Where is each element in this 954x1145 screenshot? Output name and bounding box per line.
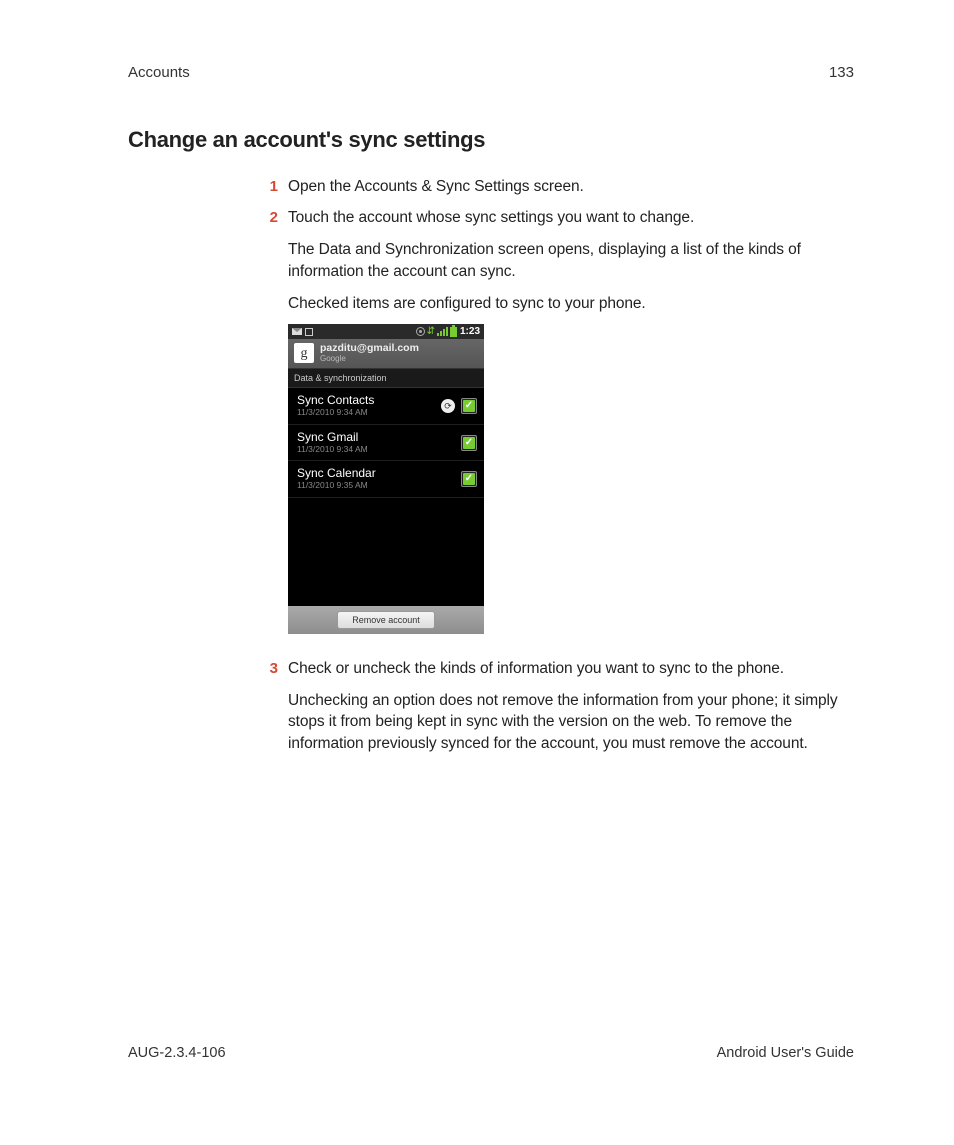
- phone-footer: Remove account: [288, 606, 484, 634]
- sync-controls: ✓: [461, 435, 477, 451]
- notification-icon: [305, 328, 313, 336]
- sync-status-icon: [416, 327, 425, 336]
- sync-section-header: Data & synchronization: [288, 368, 484, 389]
- sync-checkbox[interactable]: ✓: [461, 398, 477, 414]
- step-number: 2: [254, 207, 278, 647]
- mail-icon: [292, 328, 302, 335]
- google-badge-icon: g: [294, 343, 314, 363]
- battery-icon: [450, 327, 457, 337]
- account-info: pazditu@gmail.com Google: [320, 343, 419, 363]
- phone-empty-area: [288, 498, 484, 606]
- step-text: The Data and Synchronization screen open…: [288, 239, 854, 282]
- sync-row-calendar[interactable]: Sync Calendar 11/3/2010 9:35 AM ✓: [288, 461, 484, 498]
- page-footer: AUG-2.3.4-106 Android User's Guide: [128, 1043, 854, 1063]
- step-2: 2 Touch the account whose sync settings …: [254, 207, 854, 647]
- step-text: Unchecking an option does not remove the…: [288, 690, 854, 755]
- sync-timestamp: 11/3/2010 9:35 AM: [297, 481, 376, 491]
- sync-checkbox[interactable]: ✓: [461, 435, 477, 451]
- steps-list: 1 Open the Accounts & Sync Settings scre…: [254, 176, 854, 755]
- footer-doc-id: AUG-2.3.4-106: [128, 1043, 226, 1063]
- sync-title: Sync Gmail: [297, 431, 368, 445]
- sync-controls: ⟳ ✓: [441, 398, 477, 414]
- page-header: Accounts 133: [128, 62, 854, 83]
- step-text: Checked items are configured to sync to …: [288, 293, 854, 315]
- sync-title: Sync Contacts: [297, 394, 374, 408]
- step-body: Open the Accounts & Sync Settings screen…: [288, 176, 854, 198]
- sync-in-progress-icon: ⟳: [441, 399, 455, 413]
- check-icon: ✓: [463, 473, 475, 485]
- signal-icon: [437, 327, 448, 336]
- sync-title: Sync Calendar: [297, 467, 376, 481]
- sync-row-contacts[interactable]: Sync Contacts 11/3/2010 9:34 AM ⟳ ✓: [288, 388, 484, 425]
- step-number: 3: [254, 658, 278, 755]
- step-body: Check or uncheck the kinds of informatio…: [288, 658, 854, 755]
- sync-row-gmail[interactable]: Sync Gmail 11/3/2010 9:34 AM ✓: [288, 425, 484, 462]
- step-body: Touch the account whose sync settings yo…: [288, 207, 854, 647]
- sync-controls: ✓: [461, 471, 477, 487]
- check-icon: ✓: [463, 437, 475, 449]
- check-icon: ✓: [463, 400, 475, 412]
- phone-screenshot: ⇵ 1:23 g pazditu@gmail.com Google Data &…: [288, 324, 484, 634]
- status-time: 1:23: [460, 325, 480, 339]
- footer-doc-title: Android User's Guide: [717, 1043, 854, 1063]
- sync-timestamp: 11/3/2010 9:34 AM: [297, 408, 374, 418]
- step-1: 1 Open the Accounts & Sync Settings scre…: [254, 176, 854, 198]
- page-title: Change an account's sync settings: [128, 125, 854, 156]
- header-section: Accounts: [128, 62, 190, 83]
- step-text: Check or uncheck the kinds of informatio…: [288, 658, 854, 680]
- sync-checkbox[interactable]: ✓: [461, 471, 477, 487]
- step-number: 1: [254, 176, 278, 198]
- sync-timestamp: 11/3/2010 9:34 AM: [297, 445, 368, 455]
- status-left: [292, 328, 313, 336]
- step-text: Open the Accounts & Sync Settings screen…: [288, 176, 854, 198]
- account-type: Google: [320, 355, 419, 364]
- status-right: ⇵ 1:23: [416, 325, 480, 339]
- step-text: Touch the account whose sync settings yo…: [288, 207, 854, 229]
- usb-icon: ⇵: [427, 327, 435, 337]
- step-3: 3 Check or uncheck the kinds of informat…: [254, 658, 854, 755]
- remove-account-button[interactable]: Remove account: [337, 611, 435, 629]
- sync-info: Sync Gmail 11/3/2010 9:34 AM: [297, 431, 368, 455]
- status-bar: ⇵ 1:23: [288, 324, 484, 339]
- header-page-number: 133: [829, 62, 854, 83]
- account-header: g pazditu@gmail.com Google: [288, 339, 484, 367]
- sync-info: Sync Calendar 11/3/2010 9:35 AM: [297, 467, 376, 491]
- sync-info: Sync Contacts 11/3/2010 9:34 AM: [297, 394, 374, 418]
